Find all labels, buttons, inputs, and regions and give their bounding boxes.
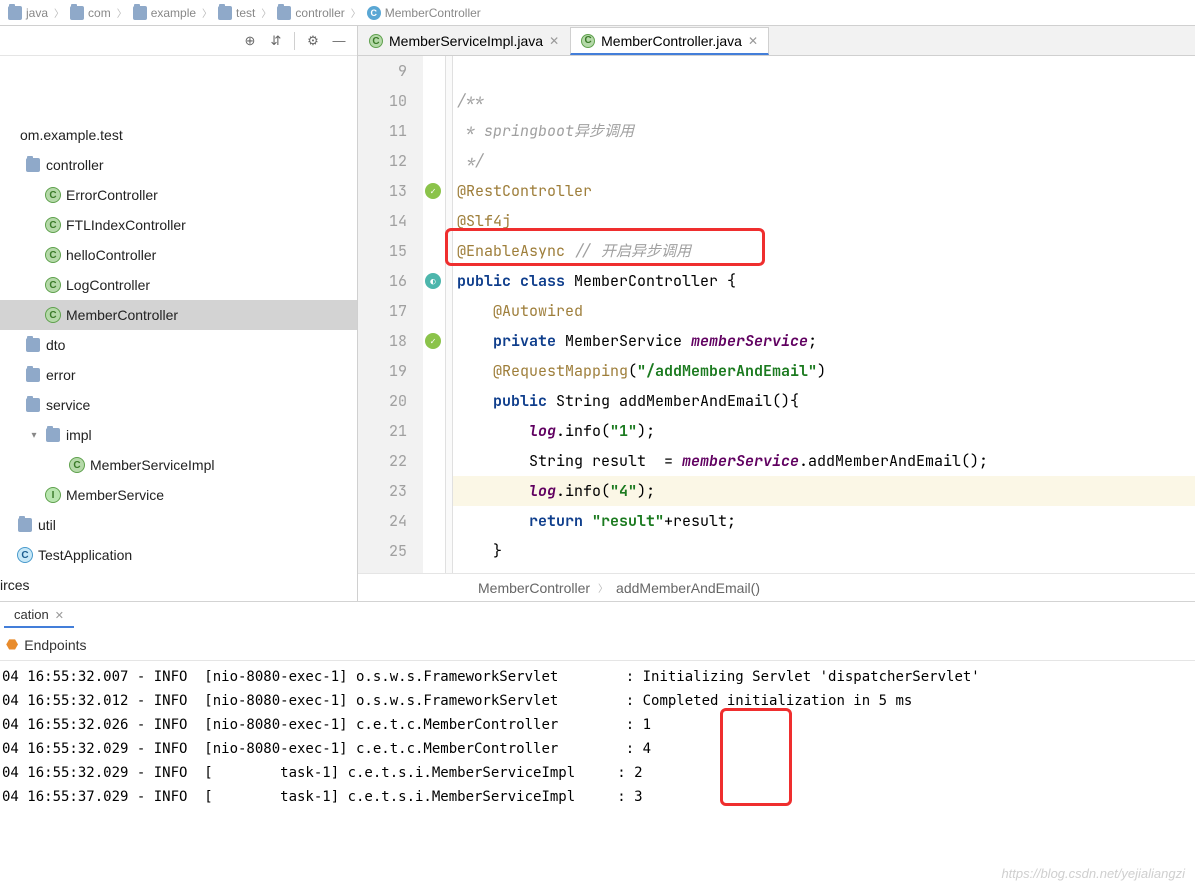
code-content[interactable]: /** * springboot异步调用 */ @RestController …: [453, 56, 1195, 573]
log-line: 04 16:55:37.029 - INFO [ task-1] c.e.t.s…: [2, 785, 1193, 809]
editor-tabs: C MemberServiceImpl.java ✕ C MemberContr…: [358, 26, 1195, 56]
chevron-right-icon: 〉: [202, 5, 212, 20]
folder-icon: [70, 6, 84, 20]
tree-folder-impl[interactable]: ▾ impl: [0, 420, 357, 450]
tree-class-ftlindexcontroller[interactable]: C FTLIndexController: [0, 210, 357, 240]
tree-folder-controller[interactable]: controller: [0, 150, 357, 180]
class-icon: C: [45, 187, 61, 203]
tab-memberserviceimpl[interactable]: C MemberServiceImpl.java ✕: [358, 27, 570, 55]
breadcrumb-item[interactable]: java: [8, 6, 48, 20]
gear-icon[interactable]: ⚙: [303, 31, 323, 51]
spring-leaf-icon[interactable]: ◐: [425, 273, 441, 289]
class-icon: C: [45, 277, 61, 293]
breadcrumb-item[interactable]: CMemberController: [367, 6, 481, 20]
tree-folder-service[interactable]: service: [0, 390, 357, 420]
spring-bean-icon[interactable]: ✓: [425, 183, 441, 199]
close-icon[interactable]: ✕: [549, 34, 559, 48]
endpoints-icon: ⬣: [6, 636, 18, 653]
log-line: 04 16:55:32.007 - INFO [nio-8080-exec-1]…: [2, 665, 1193, 689]
minimize-icon[interactable]: —: [329, 31, 349, 51]
chevron-right-icon: 〉: [117, 5, 127, 20]
log-line: 04 16:55:32.026 - INFO [nio-8080-exec-1]…: [2, 713, 1193, 737]
class-icon: C: [369, 34, 383, 48]
spring-bean-icon[interactable]: ✓: [425, 333, 441, 349]
tab-membercontroller[interactable]: C MemberController.java ✕: [570, 27, 769, 55]
console-output[interactable]: 04 16:55:32.007 - INFO [nio-8080-exec-1]…: [0, 661, 1195, 813]
breadcrumb-item[interactable]: test: [218, 6, 255, 20]
class-icon: C: [69, 457, 85, 473]
project-toolbar: ⊕ ⇵ ⚙ —: [0, 26, 357, 56]
close-icon[interactable]: ✕: [748, 34, 758, 48]
fold-region[interactable]: [445, 56, 453, 573]
close-icon[interactable]: ✕: [55, 610, 64, 622]
class-icon: C: [45, 217, 61, 233]
separator: [294, 32, 295, 50]
interface-icon: I: [45, 487, 61, 503]
project-tree[interactable]: om.example.test controller C ErrorContro…: [0, 56, 357, 601]
folder-icon: [26, 338, 40, 352]
endpoints-tab[interactable]: ⬣ Endpoints: [0, 629, 1195, 661]
chevron-right-icon: 〉: [351, 5, 361, 20]
tree-class-testapplication[interactable]: C TestApplication: [0, 540, 357, 570]
line-gutter: 9 10 11 12 13 14 15 16 17 18 19 20 21 22…: [358, 56, 423, 573]
tree-class-logcontroller[interactable]: C LogController: [0, 270, 357, 300]
breadcrumb: java 〉 com 〉 example 〉 test 〉 controller…: [0, 0, 1195, 26]
class-icon: C: [45, 307, 61, 323]
watermark: https://blog.csdn.net/yejialiangzi: [1001, 866, 1185, 881]
folder-icon: [18, 518, 32, 532]
log-line: 04 16:55:32.012 - INFO [nio-8080-exec-1]…: [2, 689, 1193, 713]
chevron-down-icon: ▾: [28, 430, 40, 441]
folder-icon: [26, 368, 40, 382]
tree-folder-error[interactable]: error: [0, 360, 357, 390]
code-editor[interactable]: 9 10 11 12 13 14 15 16 17 18 19 20 21 22…: [358, 56, 1195, 573]
folder-icon: [218, 6, 232, 20]
tree-class-errorcontroller[interactable]: C ErrorController: [0, 180, 357, 210]
tree-folder-resources[interactable]: irces: [0, 570, 357, 600]
crumb-class[interactable]: MemberController: [478, 580, 590, 596]
tree-package[interactable]: om.example.test: [0, 120, 357, 150]
folder-icon: [8, 6, 22, 20]
folder-icon: [277, 6, 291, 20]
tree-interface-memberservice[interactable]: I MemberService: [0, 480, 357, 510]
tree-class-hellocontroller[interactable]: C helloController: [0, 240, 357, 270]
crumb-method[interactable]: addMemberAndEmail(): [616, 580, 760, 596]
class-icon: C: [17, 547, 33, 563]
project-panel: ⊕ ⇵ ⚙ — om.example.test controller C Err…: [0, 26, 358, 601]
breadcrumb-item[interactable]: controller: [277, 6, 344, 20]
tree-folder-util[interactable]: util: [0, 510, 357, 540]
folder-icon: [26, 398, 40, 412]
locate-icon[interactable]: ⊕: [240, 31, 260, 51]
tool-window-tabs: cation✕: [0, 601, 1195, 629]
tree-folder-dto[interactable]: dto: [0, 330, 357, 360]
class-icon: C: [581, 34, 595, 48]
folder-icon: [133, 6, 147, 20]
folder-icon: [26, 158, 40, 172]
editor-panel: C MemberServiceImpl.java ✕ C MemberContr…: [358, 26, 1195, 601]
tab-application[interactable]: cation✕: [4, 603, 74, 628]
tree-class-memberserviceimpl[interactable]: C MemberServiceImpl: [0, 450, 357, 480]
log-line: 04 16:55:32.029 - INFO [nio-8080-exec-1]…: [2, 737, 1193, 761]
class-icon: C: [367, 6, 381, 20]
navigation-crumb: MemberController 〉 addMemberAndEmail(): [358, 573, 1195, 601]
breadcrumb-item[interactable]: example: [133, 6, 196, 20]
breadcrumb-item[interactable]: com: [70, 6, 111, 20]
collapse-icon[interactable]: ⇵: [266, 31, 286, 51]
chevron-right-icon: 〉: [54, 5, 64, 20]
log-line: 04 16:55:32.029 - INFO [ task-1] c.e.t.s…: [2, 761, 1193, 785]
tree-class-membercontroller[interactable]: C MemberController: [0, 300, 357, 330]
folder-icon: [46, 428, 60, 442]
chevron-right-icon: 〉: [598, 580, 608, 595]
class-icon: C: [45, 247, 61, 263]
gutter-annotations: ✓ ◐ ✓: [423, 56, 445, 573]
chevron-right-icon: 〉: [261, 5, 271, 20]
